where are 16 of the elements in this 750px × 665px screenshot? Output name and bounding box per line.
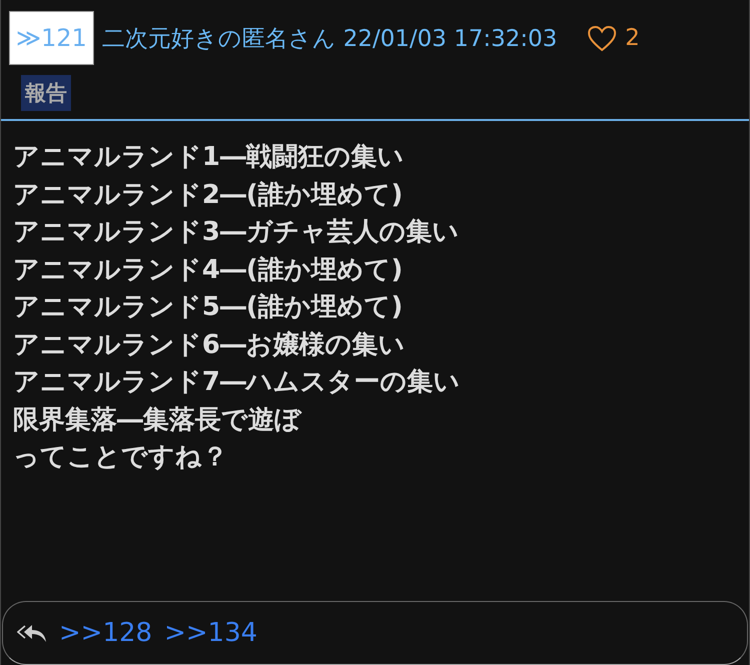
heart-icon[interactable]: [587, 24, 618, 52]
post-text-line: ってことですね？: [13, 441, 229, 474]
like-count: 2: [625, 25, 640, 51]
post-text-line: アニマルランド4―(誰か埋めて): [13, 254, 404, 286]
post-text-line: アニマルランド7―ハムスターの集い: [13, 366, 462, 399]
post-text-line: アニマルランド2―(誰か埋めて): [13, 178, 404, 212]
post-text-line: アニマルランド5―(誰か埋めて): [13, 291, 404, 324]
post-text-line: 限界集落―集落長で遊ぼ: [13, 404, 303, 436]
post-text-line: アニマルランド1―戦闘狂の集い: [13, 141, 406, 174]
post-text-line: アニマルランド6―お嬢様の集い: [13, 328, 406, 362]
poster-name: 二次元好きの匿名さん 22/01/03 17:32:03: [102, 24, 558, 54]
post-text-line: アニマルランド3―ガチャ芸人の集い: [13, 216, 460, 249]
reply-all-icon[interactable]: [17, 622, 47, 644]
report-button[interactable]: 報告: [21, 75, 71, 111]
reply-link[interactable]: >>134: [164, 618, 258, 648]
reply-link[interactable]: >>128: [59, 618, 152, 648]
